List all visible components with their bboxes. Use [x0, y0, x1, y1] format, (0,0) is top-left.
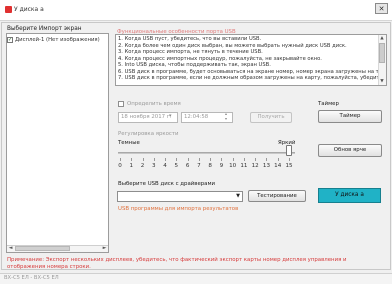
timer-label: Таймер [318, 101, 339, 107]
brightness-tick [289, 158, 290, 161]
status-bar-text: ВХ-С5 ЕЛ - ВХ-С5 ЕЛ [4, 275, 59, 281]
brightness-tick-label: 12 [251, 163, 259, 169]
update-brightness-button[interactable]: Обнов ярче [318, 144, 382, 157]
scroll-thumb[interactable] [379, 43, 385, 63]
screen-item-checkbox[interactable]: ✓ [7, 37, 13, 43]
brightness-tick [198, 158, 200, 161]
scroll-down-icon[interactable]: ▼ [378, 78, 386, 85]
scroll-right-icon[interactable]: ► [101, 245, 108, 252]
brightness-tick [153, 158, 155, 161]
define-time-label: Определить время [127, 101, 181, 107]
brightness-tick [176, 158, 178, 161]
chevron-down-icon[interactable]: ▼ [234, 192, 242, 201]
usb-hint: USB программы для импорта результатов [118, 206, 239, 212]
feature-line: 3. Когда процесс импорта, не тянуть в те… [118, 49, 263, 55]
usb-disk-button[interactable]: У диска а [318, 188, 381, 203]
app-icon [5, 6, 12, 13]
brightness-tick-label: 5 [174, 163, 179, 169]
brightness-section-label: Регулировка яркости [118, 131, 179, 137]
scroll-thumb[interactable] [15, 246, 70, 251]
close-icon[interactable]: ✕ [375, 3, 388, 14]
brightness-tick [187, 158, 189, 161]
brightness-tick [120, 158, 121, 161]
scroll-up-icon[interactable]: ▲ [378, 35, 386, 42]
screen-item-label[interactable]: Дисплей-1 (Нет изображения) [15, 37, 108, 43]
brightness-tick-label: 11 [240, 163, 248, 169]
brightness-tick-label: 10 [229, 163, 237, 169]
define-time-checkbox[interactable] [118, 101, 124, 107]
brightness-tick-label: 15 [285, 163, 293, 169]
brightness-dark-label: Темные [118, 140, 140, 146]
usb-select-label: Выберите USB диск с драйверами [118, 181, 216, 187]
brightness-tick [255, 158, 257, 161]
feature-line: 6. USB диск в программе, будет основыват… [118, 68, 378, 75]
note-text: Примечание: Экспорт нескольких дисплеев,… [7, 257, 347, 270]
brightness-tick-label: 0 [118, 163, 122, 169]
brightness-tick [165, 158, 167, 161]
brightness-slider-track[interactable] [118, 152, 295, 154]
brightness-tick [142, 158, 144, 161]
brightness-tick-label: 4 [163, 163, 167, 169]
brightness-tick-label: 2 [140, 163, 145, 169]
brightness-tick [131, 158, 133, 161]
test-button[interactable]: Тестирование [248, 190, 306, 202]
brightness-tick-label: 1 [129, 163, 134, 169]
feature-line: 1. Когда USB пуст, убедитесь, что вы вст… [118, 36, 262, 42]
title-bar [0, 0, 392, 21]
brightness-tick-label: 7 [197, 163, 201, 169]
brightness-tick-label: 6 [185, 163, 190, 169]
brightness-tick [232, 158, 234, 161]
brightness-slider-thumb[interactable] [286, 145, 292, 156]
feature-line: 2. Когда более чем один диск выбран, вы … [118, 42, 347, 49]
window-title: У диска а [14, 6, 44, 13]
get-time-button[interactable]: Получить [250, 112, 292, 123]
brightness-tick-label: 14 [274, 163, 282, 169]
brightness-tick-label: 13 [262, 163, 271, 169]
time-spinner-icon[interactable]: ▴ ▾ [225, 111, 227, 121]
date-picker-dropdown-icon[interactable]: ▾ [169, 113, 172, 119]
brightness-tick-label: 3 [152, 163, 156, 169]
brightness-tick [221, 158, 223, 161]
feature-line: 4. Когда процесс импортных процедур, пож… [118, 55, 322, 62]
feature-line: 7. USB диск в программе, если не должным… [118, 75, 378, 81]
brightness-tick [277, 158, 279, 161]
brightness-tick [243, 158, 245, 161]
brightness-tick [210, 158, 212, 161]
brightness-tick-label: 9 [219, 163, 224, 169]
feature-line: 5. Into USB диска, чтобы поддерживать та… [118, 62, 271, 68]
brightness-tick-label: 8 [208, 163, 212, 169]
screen-list[interactable] [6, 33, 109, 253]
brightness-tick [266, 158, 268, 161]
screen-list-title: Выберите Импорт экран [7, 26, 82, 32]
timer-button[interactable]: Таймер [318, 110, 382, 123]
scroll-left-icon[interactable]: ◄ [7, 245, 14, 252]
usb-drive-dropdown[interactable] [117, 191, 243, 202]
